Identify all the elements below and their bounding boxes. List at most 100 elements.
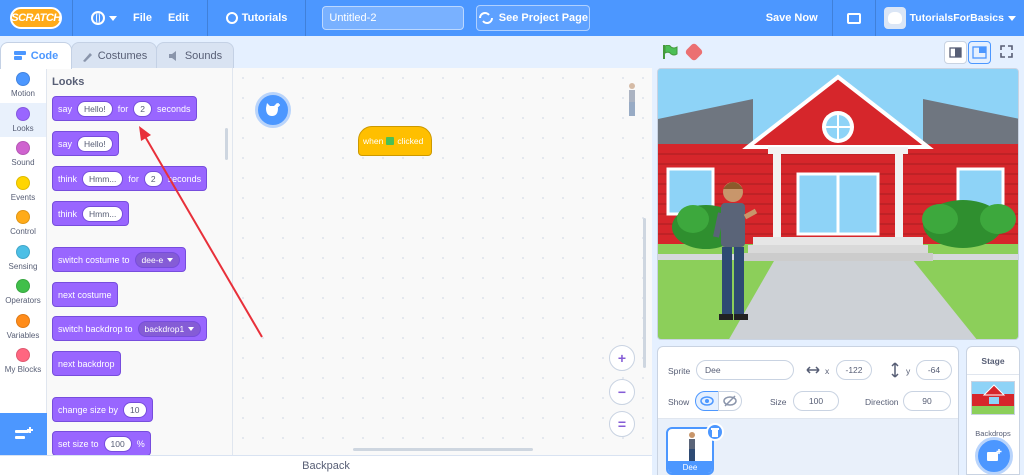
block-next-backdrop[interactable]: next backdrop [52, 351, 121, 376]
block-switch-costume[interactable]: switch costume to dee-e [52, 247, 187, 272]
category-dot-icon [16, 244, 30, 259]
large-stage-button[interactable] [968, 41, 991, 64]
fullscreen-button[interactable] [996, 41, 1019, 64]
my-stuff-button[interactable] [833, 0, 875, 36]
secs-input[interactable]: 2 [143, 170, 163, 187]
green-flag-icon[interactable] [662, 45, 678, 59]
stage-pane-title: Stage [967, 347, 1019, 375]
show-hidden-button[interactable] [718, 391, 742, 411]
palette-title: Looks [52, 76, 85, 88]
project-title-input[interactable] [322, 6, 465, 30]
category-variables[interactable]: Variables [0, 310, 46, 345]
add-extension-button[interactable] [0, 413, 47, 455]
block-change-size[interactable]: change size by 10 [52, 397, 153, 422]
zoom-in-button[interactable]: + [609, 345, 635, 371]
sprite-thumbnail-name: Dee [668, 461, 712, 473]
show-label: Show [668, 397, 690, 407]
choose-sprite-button[interactable] [255, 92, 291, 128]
stage-canvas[interactable] [657, 68, 1019, 340]
tab-code-label: Code [30, 50, 59, 62]
sprite-info: Sprite Dee x -122 y -64 Show Size 100 Di… [658, 347, 958, 419]
share-icon [478, 12, 493, 24]
stage-thumbnail[interactable] [971, 381, 1015, 415]
secs-input[interactable]: 2 [133, 100, 152, 117]
sprite-name-input[interactable]: Dee [696, 360, 794, 380]
sprite-pane: Sprite Dee x -122 y -64 Show Size 100 Di… [657, 346, 959, 475]
size-input[interactable]: 100 [793, 391, 839, 411]
large-stage-icon [972, 46, 987, 59]
scratch-logo[interactable]: SCRATCH [10, 7, 62, 29]
stage-pane[interactable]: Stage Backdrops [966, 346, 1020, 475]
save-now-button[interactable]: Save Now [758, 0, 832, 36]
stage-header [652, 36, 1024, 68]
category-sensing[interactable]: Sensing [0, 241, 46, 276]
horizontal-scrollbar[interactable] [353, 448, 533, 451]
file-menu[interactable]: File [125, 0, 160, 36]
category-operators[interactable]: Operators [0, 275, 46, 310]
message-input[interactable]: Hmm... [82, 170, 124, 187]
block-switch-backdrop[interactable]: switch backdrop to backdrop1 [52, 316, 208, 341]
script-area[interactable]: when clicked + − = [233, 68, 652, 455]
tab-costumes[interactable]: Costumes [71, 42, 157, 68]
block-say-for-secs[interactable]: say Hello! for 2 seconds [52, 96, 197, 121]
block-when-flag-clicked[interactable]: when clicked [358, 126, 432, 156]
block-text: switch costume to [58, 254, 130, 265]
category-motion[interactable]: Motion [0, 68, 46, 103]
block-say[interactable]: say Hello! [52, 131, 119, 156]
block-think-for-secs[interactable]: think Hmm... for 2 seconds [52, 166, 208, 191]
message-input[interactable]: Hello! [77, 135, 113, 152]
size-input[interactable]: 10 [123, 401, 147, 418]
account-menu[interactable]: TutorialsForBasics [876, 0, 1024, 36]
zoom-reset-button[interactable]: = [609, 411, 635, 437]
backpack-bar[interactable]: Backpack [0, 455, 652, 475]
y-input[interactable]: -64 [916, 360, 952, 380]
category-label: Operators [5, 296, 41, 306]
block-next-costume[interactable]: next costume [52, 282, 118, 307]
language-menu[interactable] [83, 0, 125, 36]
small-stage-button[interactable] [944, 41, 967, 64]
block-think[interactable]: think Hmm... [52, 201, 130, 226]
message-input[interactable]: Hello! [77, 100, 113, 117]
tutorials-label: Tutorials [241, 12, 288, 24]
tab-costumes-label: Costumes [97, 49, 148, 62]
category-control[interactable]: Control [0, 206, 46, 241]
menu-right: Save Now TutorialsForBasics [758, 0, 1024, 36]
menu-separator [206, 0, 208, 36]
message-input[interactable]: Hmm... [82, 205, 124, 222]
category-looks[interactable]: Looks [0, 102, 46, 137]
menu-separator [72, 0, 73, 36]
globe-icon [91, 11, 105, 25]
trash-icon [711, 428, 719, 437]
stop-icon[interactable] [684, 42, 704, 62]
chevron-down-icon [109, 15, 117, 21]
category-events[interactable]: Events [0, 172, 46, 207]
delete-sprite-button[interactable] [706, 423, 724, 441]
category-label: Motion [10, 89, 35, 99]
see-project-page-button[interactable]: See Project Page [476, 5, 591, 31]
block-set-size[interactable]: set size to 100 % [52, 431, 151, 455]
cat-face-icon [887, 12, 902, 24]
block-text: change size by [58, 404, 119, 415]
x-input[interactable]: -122 [836, 360, 872, 380]
choose-backdrop-button[interactable] [975, 437, 1013, 475]
palette-scrollbar[interactable] [225, 128, 228, 160]
green-flag-icon [386, 137, 395, 145]
category-sound[interactable]: Sound [0, 137, 46, 172]
tutorials-button[interactable]: Tutorials [218, 0, 296, 36]
zoom-out-button[interactable]: − [609, 379, 635, 405]
show-visible-button[interactable] [695, 391, 719, 411]
zoom-reset-icon: = [617, 416, 627, 432]
sprite-list: Dee [658, 419, 958, 475]
backdrop-dropdown[interactable]: backdrop1 [137, 320, 202, 337]
sprite-dee[interactable] [708, 177, 758, 327]
category-my-blocks[interactable]: My Blocks [0, 344, 46, 379]
block-palette: Looks say Hello! for 2 seconds say Hello… [47, 68, 233, 455]
direction-input[interactable]: 90 [903, 391, 951, 411]
size-input[interactable]: 100 [103, 435, 132, 452]
vertical-scrollbar[interactable] [643, 218, 646, 368]
tab-code[interactable]: Code [0, 42, 72, 69]
costume-dropdown[interactable]: dee-e [134, 251, 181, 268]
block-text: % [136, 438, 145, 449]
edit-menu[interactable]: Edit [160, 0, 197, 36]
tab-sounds[interactable]: Sounds [156, 42, 234, 68]
